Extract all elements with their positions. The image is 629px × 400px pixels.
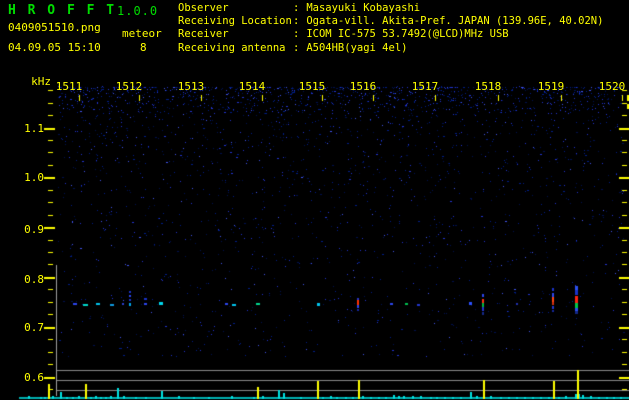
info-label: Receiving Location bbox=[178, 15, 292, 28]
x-tick-label: 1520 bbox=[598, 80, 626, 93]
y-tick-label: 0.7 bbox=[24, 321, 44, 334]
y-tick-label: 1.0 bbox=[24, 171, 44, 184]
info-row: Receiving Location: Ogata-vill. Akita-Pre… bbox=[178, 15, 603, 28]
info-value: Masayuki Kobayashi bbox=[306, 2, 421, 14]
info-colon: : bbox=[293, 41, 300, 54]
y-tick-label: 1.1 bbox=[24, 122, 44, 135]
info-colon: : bbox=[293, 2, 300, 14]
y-tick-label: 0.8 bbox=[24, 273, 44, 286]
info-colon: : bbox=[293, 15, 300, 28]
info-value: Ogata-vill. Akita-Pref. JAPAN (139.96E, … bbox=[306, 15, 604, 28]
app-title: H R O F F T bbox=[8, 3, 117, 18]
hrofft-screen: H R O F F T 1.0.0 0409051510.png meteor … bbox=[0, 0, 629, 400]
x-tick-label: 1516 bbox=[349, 80, 377, 93]
y-tick-label: 0.6 bbox=[24, 371, 44, 384]
info-row: Observer: Masayuki Kobayashi bbox=[178, 2, 603, 15]
x-tick-label: 1518 bbox=[474, 80, 502, 93]
info-row: Receiver: ICOM IC-575 53.7492(@LCD)MHz US… bbox=[178, 28, 603, 41]
spectrogram-canvas bbox=[0, 0, 629, 400]
info-row: Receiving antenna: A504HB(yagi 4el) bbox=[178, 42, 603, 55]
info-value: ICOM IC-575 53.7492(@LCD)MHz USB bbox=[306, 28, 509, 41]
x-tick-label: 1513 bbox=[177, 80, 205, 93]
y-axis-unit-label: kHz bbox=[31, 75, 51, 88]
station-info: Observer: Masayuki Kobayashi Receiving Loc… bbox=[178, 2, 603, 55]
observation-mode: meteor bbox=[122, 27, 162, 40]
app-version: 1.0.0 bbox=[117, 4, 159, 18]
x-tick-label: 1514 bbox=[238, 80, 266, 93]
y-tick-label: 0.9 bbox=[24, 223, 44, 236]
x-tick-label: 1515 bbox=[298, 80, 326, 93]
echo-count: 8 bbox=[140, 41, 147, 54]
x-tick-label: 1512 bbox=[115, 80, 143, 93]
file-name: 0409051510.png bbox=[8, 21, 101, 34]
observation-datetime: 04.09.05 15:10 bbox=[8, 41, 101, 54]
info-value: A504HB(yagi 4el) bbox=[306, 41, 408, 54]
x-tick-label: 1517 bbox=[411, 80, 439, 93]
x-tick-label: 1519 bbox=[537, 80, 565, 93]
info-label: Receiver bbox=[178, 28, 229, 41]
info-colon: : bbox=[293, 28, 300, 41]
info-label: Observer bbox=[178, 2, 229, 14]
x-tick-label: 1511 bbox=[55, 80, 83, 93]
info-label: Receiving antenna bbox=[178, 41, 286, 54]
